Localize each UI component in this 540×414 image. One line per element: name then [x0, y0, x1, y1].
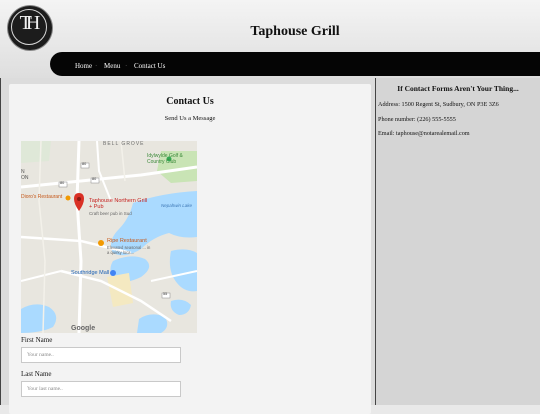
first-name-label: First Name [21, 336, 53, 344]
address-text: Address: 1500 Regent St, Sudbury, ON P3E… [378, 101, 499, 108]
last-name-label: Last Name [21, 370, 52, 378]
map-label-nepahwin: Nepahwin Lake [161, 203, 193, 208]
map-label-road-80b: 80 [92, 177, 97, 181]
logo[interactable]: TH [8, 6, 52, 50]
nav-separator: · [125, 62, 128, 70]
contact-card: Contact Us Send Us a Message BELL GROVE … [9, 84, 371, 414]
nav-item-home[interactable]: Home [75, 62, 92, 71]
contact-info-sidebar: If Contact Forms Aren't Your Thing... Ad… [376, 78, 540, 405]
logo-monogram: TH [19, 12, 41, 34]
sidebar-heading: If Contact Forms Aren't Your Thing... [397, 84, 519, 93]
map-label-left-edge: N ON [21, 169, 29, 181]
contact-heading: Contact Us [166, 96, 214, 107]
map-label-taphouse: Taphouse Northern Grill + Pub [89, 198, 148, 210]
phone-text: Phone number: (226) 555-5555 [378, 116, 456, 123]
map-label-area: BELL GROVE [103, 141, 145, 147]
embedded-map[interactable]: BELL GROVE Idylwylde Golf & Country Club… [21, 141, 197, 333]
nav-bar: Home · Menu · Contact Us [50, 52, 540, 76]
map-graphic [21, 141, 197, 333]
email-text[interactable]: Email: taphouse@notarealemail.com [378, 130, 470, 137]
map-label-road-80a: 80 [82, 162, 87, 166]
map-label-dioro: Dioro's Restaurant [21, 194, 63, 200]
site-title: Taphouse Grill [250, 24, 340, 39]
first-name-input[interactable] [21, 347, 181, 363]
map-label-ripe: Ripe Restaurant [107, 238, 147, 244]
contact-subheading: Send Us a Message [164, 115, 216, 122]
map-label-road-80c: 80 [60, 181, 65, 185]
map-label-golf: Idylwylde Golf & Country Club [147, 153, 183, 165]
main-content: Contact Us Send Us a Message BELL GROVE … [0, 78, 376, 414]
nav-item-contact[interactable]: Contact Us [134, 62, 165, 71]
map-label-taphouse-desc: Craft beer pub in Sud [89, 211, 132, 216]
map-label-road-55: 55 [163, 292, 168, 296]
map-label-ripe-desc: Elevated seasonal ... in a quirky loca..… [107, 245, 151, 255]
map-label-southridge: Southridge Mall [71, 270, 110, 276]
nav-separator: · [95, 62, 98, 70]
nav-item-menu[interactable]: Menu [104, 62, 120, 71]
last-name-input[interactable] [21, 381, 181, 397]
map-google-attribution[interactable]: Google [71, 325, 95, 332]
